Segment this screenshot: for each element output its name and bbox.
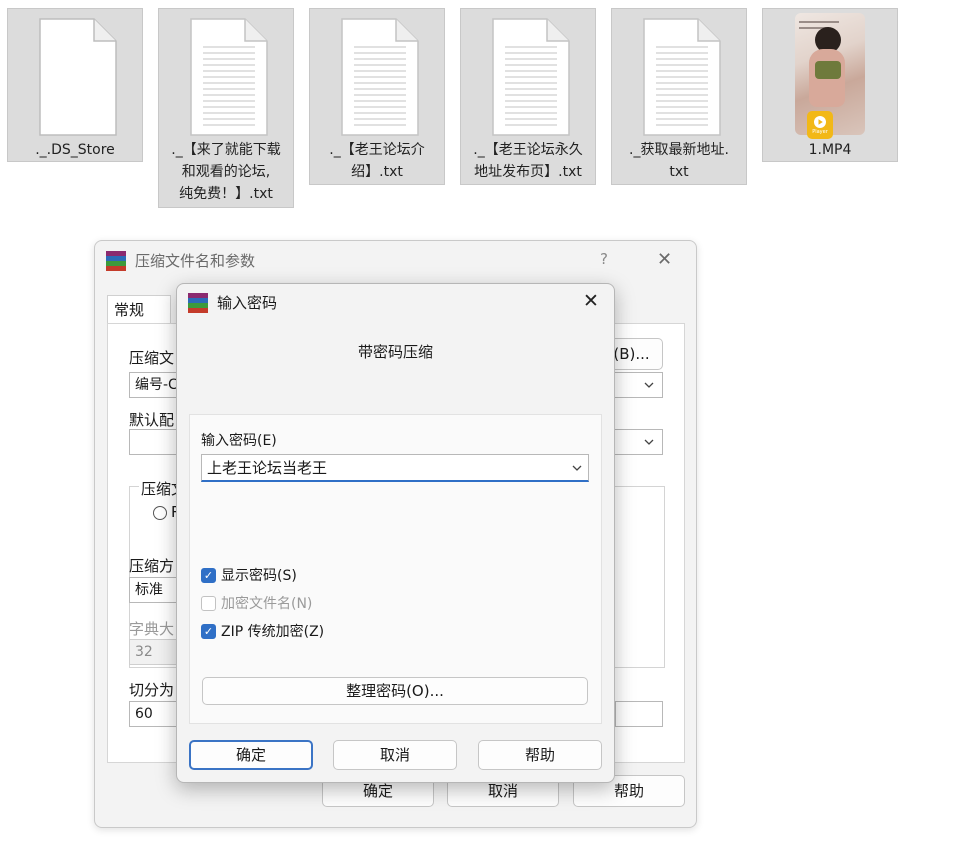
password-input[interactable]: 上老王论坛当老王 xyxy=(201,454,589,482)
file-name: ._【老王论坛永久 地址发布页】.txt xyxy=(473,142,583,180)
archive-name-label: 压缩文 xyxy=(129,349,175,367)
file-name: ._【老王论坛介 绍】.txt xyxy=(329,142,425,180)
help-button[interactable]: 帮助 xyxy=(478,740,602,770)
checkmark-icon: ✓ xyxy=(201,623,216,639)
zip-legacy-checkbox[interactable]: ✓ ZIP 传统加密(Z) xyxy=(201,621,324,641)
zip-legacy-label: ZIP 传统加密(Z) xyxy=(221,624,325,640)
chevron-down-icon[interactable] xyxy=(571,462,583,474)
file-tile-txt-4[interactable]: ._获取最新地址. txt xyxy=(611,8,747,185)
file-tile-txt-2[interactable]: ._【老王论坛介 绍】.txt xyxy=(309,8,445,185)
file-tile-video[interactable]: Player 1.MP4 xyxy=(762,8,898,162)
format-radio[interactable] xyxy=(153,506,167,520)
dict-label: 字典大 xyxy=(129,620,175,638)
chevron-down-icon[interactable] xyxy=(643,436,655,448)
dialog-title: 输入密码 xyxy=(217,294,278,312)
tab-general[interactable]: 常规 xyxy=(107,295,171,323)
player-badge-icon: Player xyxy=(807,111,833,139)
unchecked-box-icon xyxy=(201,595,216,611)
encrypt-filenames-checkbox: 加密文件名(N) xyxy=(201,593,312,613)
dialog-title: 压缩文件名和参数 xyxy=(135,252,256,270)
dialog-subtitle: 带密码压缩 xyxy=(357,343,433,361)
checkmark-icon: ✓ xyxy=(201,567,216,583)
split-unit-field[interactable] xyxy=(615,701,663,727)
ok-button[interactable]: 确定 xyxy=(189,740,313,770)
file-tile-txt-3[interactable]: ._【老王论坛永久 地址发布页】.txt xyxy=(460,8,596,185)
play-icon xyxy=(814,116,826,128)
text-file-icon xyxy=(643,18,721,136)
enter-password-dialog: 输入密码 ✕ 带密码压缩 输入密码(E) 上老王论坛当老王 ✓ 显示密码(S) … xyxy=(176,283,615,783)
text-file-icon xyxy=(492,18,570,136)
winrar-books-icon xyxy=(188,293,208,313)
chevron-down-icon[interactable] xyxy=(643,379,655,391)
help-icon[interactable]: ? xyxy=(600,250,608,268)
file-tile-ds-store[interactable]: ._.DS_Store xyxy=(7,8,143,162)
file-tile-txt-1[interactable]: ._【来了就能下载 和观看的论坛, 纯免费！】.txt xyxy=(158,8,294,208)
split-label: 切分为 xyxy=(129,681,175,699)
player-badge-label: Player xyxy=(812,129,828,135)
cancel-button[interactable]: 取消 xyxy=(333,740,457,770)
winrar-books-icon xyxy=(106,251,126,271)
file-name: 1.MP4 xyxy=(808,142,852,158)
text-file-icon xyxy=(190,18,268,136)
show-password-label: 显示密码(S) xyxy=(221,568,297,584)
password-label: 输入密码(E) xyxy=(201,433,277,449)
close-icon[interactable]: ✕ xyxy=(583,290,599,312)
file-name: ._获取最新地址. txt xyxy=(629,142,729,180)
default-profile-label: 默认配 xyxy=(129,411,175,429)
encrypt-filenames-label: 加密文件名(N) xyxy=(221,596,313,612)
show-password-checkbox[interactable]: ✓ 显示密码(S) xyxy=(201,565,297,585)
organize-passwords-button[interactable]: 整理密码(O)... xyxy=(202,677,588,705)
close-icon[interactable]: ✕ xyxy=(657,249,672,270)
text-file-icon xyxy=(341,18,419,136)
file-name: ._【来了就能下载 和观看的论坛, 纯免费！】.txt xyxy=(171,142,281,202)
file-name: ._.DS_Store xyxy=(35,142,115,158)
blank-file-icon xyxy=(39,18,117,136)
method-label: 压缩方 xyxy=(129,557,175,575)
